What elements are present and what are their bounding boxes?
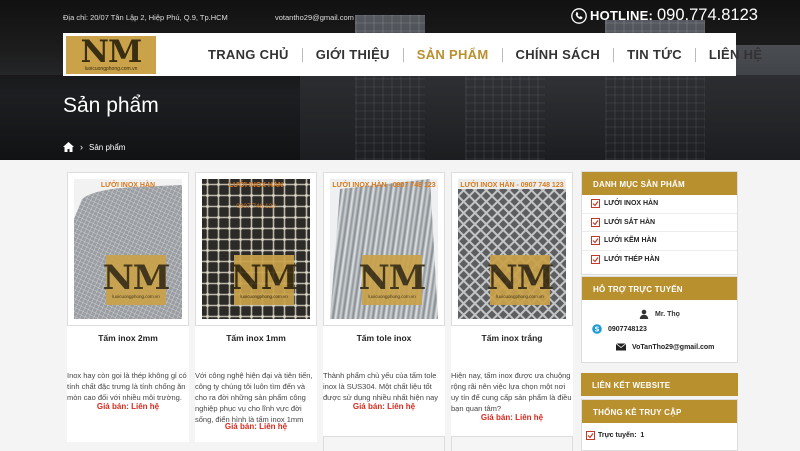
site-logo[interactable]: NM luoicuongphong.com.vn bbox=[66, 36, 156, 74]
product-price: Giá bán: Liên hệ bbox=[352, 402, 416, 411]
stats-online: Trực tuyến: 1 bbox=[582, 431, 737, 440]
product-description: Với công nghệ hiện đại và tiên tiến, côn… bbox=[195, 371, 313, 424]
product-card[interactable]: LƯỚI INOX HÀN - 0907 748 123 NM luoicuong… bbox=[323, 172, 445, 442]
logo-domain: luoicuongphong.com.vn bbox=[84, 66, 138, 72]
category-item[interactable]: LƯỚI KẼM HÀN bbox=[582, 232, 737, 251]
main-navbar: NM luoicuongphong.com.vn TRANG CHỦ GIỚI … bbox=[63, 33, 762, 76]
support-person: Mr. Thọ bbox=[582, 309, 737, 319]
check-square-icon bbox=[591, 199, 600, 209]
hotline-label: HOTLINE: bbox=[590, 8, 653, 23]
user-icon bbox=[639, 309, 649, 319]
links-title[interactable]: LIÊN KẾT WEBSITE bbox=[581, 373, 738, 396]
hotline-number: 090.774.8123 bbox=[656, 6, 758, 24]
home-icon[interactable] bbox=[63, 142, 74, 152]
nav-chinh-sach[interactable]: CHÍNH SÁCH bbox=[503, 47, 614, 62]
nav-trang-chu[interactable]: TRANG CHỦ bbox=[195, 47, 302, 62]
nav-san-pham[interactable]: SẢN PHẨM bbox=[404, 47, 502, 62]
svg-text:S: S bbox=[594, 326, 599, 334]
main-menu: TRANG CHỦ GIỚI THIỆU SẢN PHẨM CHÍNH SÁCH… bbox=[195, 33, 775, 76]
support-email[interactable]: VoTanTho29@gmail.com bbox=[582, 342, 737, 352]
check-square-icon bbox=[591, 217, 600, 227]
check-square-icon bbox=[586, 431, 595, 440]
logo-overlay: NM luoicuongphong.com.vn bbox=[103, 255, 170, 305]
product-price: Giá bán: Liên hệ bbox=[96, 402, 160, 411]
category-item[interactable]: LƯỚI THÉP HÀN bbox=[582, 251, 737, 270]
phone-icon bbox=[571, 7, 587, 24]
nav-tin-tuc[interactable]: TIN TỨC bbox=[614, 47, 695, 62]
stats-panel: THỐNG KÊ TRUY CẬP Trực tuyến: 1 bbox=[581, 399, 738, 451]
mail-icon bbox=[616, 343, 626, 351]
nav-lien-he[interactable]: LIÊN HỆ bbox=[696, 47, 775, 62]
stats-title: THỐNG KÊ TRUY CẬP bbox=[582, 400, 737, 423]
product-price: Giá bán: Liên hệ bbox=[480, 413, 544, 422]
category-panel: DANH MỤC SẢN PHẨM LƯỚI INOX HÀN LƯỚI SẮT… bbox=[581, 171, 738, 275]
check-square-icon bbox=[591, 236, 600, 246]
product-image[interactable]: LƯỚI INOX HÀN - 0907 748 123 NM luoicuong… bbox=[451, 172, 573, 326]
nav-gioi-thieu[interactable]: GIỚI THIỆU bbox=[303, 47, 403, 62]
support-title: HỖ TRỢ TRỰC TUYẾN bbox=[582, 277, 737, 300]
category-title: DANH MỤC SẢN PHẨM bbox=[582, 172, 737, 195]
chevron-right-icon: › bbox=[80, 142, 83, 152]
check-square-icon bbox=[591, 255, 600, 265]
breadcrumb-current: Sản phẩm bbox=[89, 142, 126, 152]
category-item[interactable]: LƯỚI INOX HÀN bbox=[582, 195, 737, 214]
address-text: Địa chỉ: 20/07 Tân Lập 2, Hiệp Phú, Q.9,… bbox=[63, 13, 228, 22]
watermark-text: LƯỚI INOX HÀN bbox=[228, 182, 284, 189]
logo-overlay: NM luoicuongphong.com.vn bbox=[487, 255, 554, 305]
product-card[interactable] bbox=[451, 436, 573, 451]
support-phone[interactable]: S 0907748123 bbox=[582, 324, 737, 334]
watermark-phone: 0907 748 123 bbox=[236, 203, 276, 210]
category-item[interactable]: LƯỚI SẮT HÀN bbox=[582, 214, 737, 232]
support-panel: HỖ TRỢ TRỰC TUYẾN Mr. Thọ S 0907748123 V… bbox=[581, 276, 738, 363]
logo-letters: NM bbox=[80, 34, 143, 70]
product-card[interactable]: LƯỚI INOX HÀN 0907 748 123 NM luoicuongph… bbox=[195, 172, 317, 442]
watermark-text: LƯỚI INOX HÀN - 0907 748 123 bbox=[332, 182, 436, 189]
product-name[interactable]: Tấm tole inox bbox=[323, 328, 445, 348]
product-image[interactable]: LƯỚI INOX HÀN - 0907 748 123 NM luoicuong… bbox=[323, 172, 445, 326]
product-name[interactable]: Tấm inox 1mm bbox=[195, 328, 317, 348]
product-name[interactable]: Tấm inox 2mm bbox=[67, 328, 189, 348]
product-price: Giá bán: Liên hệ bbox=[224, 422, 288, 431]
product-image[interactable]: LƯỚI INOX HÀN NM luoicuongphong.com.vn bbox=[67, 172, 189, 326]
product-card[interactable]: LƯỚI INOX HÀN NM luoicuongphong.com.vn Tấ… bbox=[67, 172, 189, 442]
logo-overlay: NM luoicuongphong.com.vn bbox=[359, 255, 426, 305]
email-link[interactable]: votantho29@gmail.com bbox=[275, 13, 354, 22]
breadcrumb: › Sản phẩm bbox=[63, 142, 125, 152]
page-title: Sản phẩm bbox=[63, 94, 159, 117]
watermark-text: LƯỚI INOX HÀN - 0907 748 123 bbox=[460, 182, 564, 189]
hotline[interactable]: HOTLINE: 090.774.8123 bbox=[571, 6, 758, 25]
product-card[interactable] bbox=[323, 436, 445, 451]
top-bar: Địa chỉ: 20/07 Tân Lập 2, Hiệp Phú, Q.9,… bbox=[0, 0, 800, 33]
product-card[interactable]: LƯỚI INOX HÀN - 0907 748 123 NM luoicuong… bbox=[451, 172, 573, 442]
product-name[interactable]: Tấm inox trắng bbox=[451, 328, 573, 348]
watermark-text: LƯỚI INOX HÀN bbox=[100, 182, 156, 189]
product-image[interactable]: LƯỚI INOX HÀN 0907 748 123 NM luoicuongph… bbox=[195, 172, 317, 326]
logo-overlay: NM luoicuongphong.com.vn bbox=[231, 255, 298, 305]
links-panel: LIÊN KẾT WEBSITE bbox=[581, 373, 738, 396]
product-description: Thành phẩm chủ yếu của tấm tole inox là … bbox=[323, 371, 439, 402]
skype-icon: S bbox=[592, 324, 602, 334]
product-description: Hiện nay, tấm inox được ưa chuộng rộng r… bbox=[451, 371, 572, 413]
product-description: Inox hay còn gọi là thép không gỉ có tín… bbox=[67, 371, 187, 402]
